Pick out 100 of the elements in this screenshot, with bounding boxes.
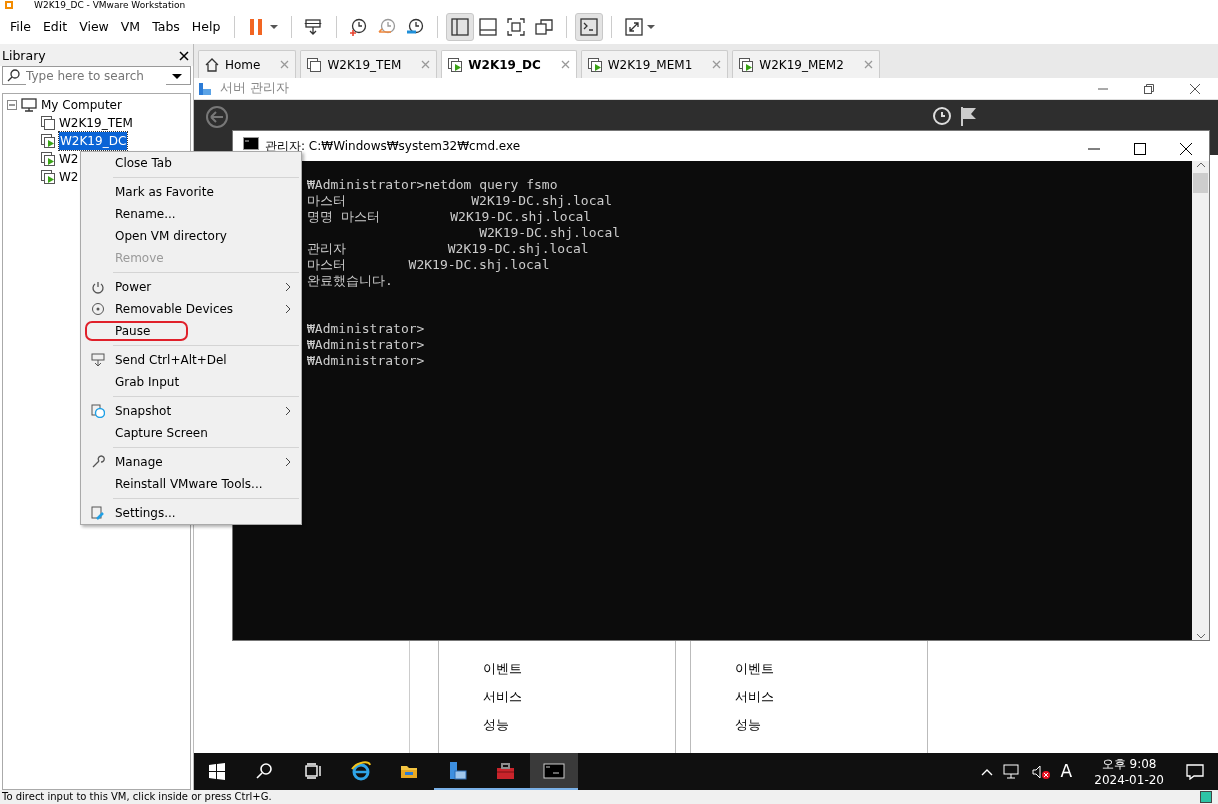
console-line: 마스터 W2K19-DC.shj.local [307,193,614,209]
console-line: 완료했습니다. [307,273,394,289]
clock-icon [405,17,426,37]
clock-time[interactable]: 오후 9:08 [1094,755,1164,772]
disc-icon [91,302,105,316]
menu-item[interactable]: Capture Screen [81,422,301,444]
restore-icon[interactable] [1144,83,1154,94]
device-status-icon [1200,791,1212,803]
tab[interactable]: W2K19_MEM1 [580,50,729,78]
menu-item[interactable]: Close Tab [81,152,301,174]
menu-item[interactable]: Pause [81,320,301,342]
menu-item[interactable]: Send Ctrl+Alt+Del [81,349,301,371]
tree-item[interactable]: W2 [59,168,79,186]
close-icon[interactable] [1190,83,1200,94]
tab-label: W2K19_MEM1 [607,56,693,74]
server-manager-icon [198,81,212,96]
server-icon [447,760,469,781]
tab[interactable]: W2K19_DC [441,50,577,78]
refresh-icon[interactable] [932,106,952,126]
menu-item[interactable]: Snapshot [81,400,301,422]
tab[interactable]: W2K19_TEM [300,50,438,78]
settings-icon [91,506,105,520]
expand-icon [624,17,645,37]
console-line: ₩Administrator> [307,321,426,337]
menu-item[interactable]: Grab Input [81,371,301,393]
console-line: ₩Administrator> [307,337,426,353]
menu-item[interactable]: Power [81,276,301,298]
fullscreen-icon [506,17,527,37]
tile-link[interactable]: 이벤트 [735,659,774,679]
toolbox-icon [495,760,517,781]
menu-item[interactable]: Settings... [81,502,301,524]
overlapping-windows-icon [534,17,555,37]
back-icon[interactable] [206,106,228,128]
chevron-up-icon[interactable] [980,767,993,776]
status-text: To direct input to this VM, click inside or press Ctrl+G. [2,790,272,804]
menu-item[interactable]: Tabs [146,15,186,39]
tab-label: Home [225,56,261,74]
console-line: ₩Administrator>netdom query fsmo [307,177,559,193]
tab[interactable]: Home [198,50,297,78]
menu-item[interactable]: Manage [81,451,301,473]
menu-item[interactable]: Reinstall VMware Tools... [81,473,301,495]
menu-item[interactable]: Removable Devices [81,298,301,320]
keyboard-send-icon [91,353,105,367]
tree-item[interactable]: W2 [59,150,79,168]
tile-link[interactable]: 서비스 [483,687,522,707]
browser-icon [351,760,373,781]
window-title: 서버 관리자 [220,79,289,98]
app-logo-icon [4,0,14,10]
console-icon [243,137,259,150]
home-icon [205,57,219,72]
tile-link[interactable]: 서비스 [735,687,774,707]
wrench-icon [91,455,105,469]
close-icon[interactable] [179,51,189,61]
tree-item[interactable]: My Computer [41,96,122,114]
tree-item[interactable]: W2K19_TEM [59,114,133,132]
terminal-icon [543,760,565,781]
menu-item[interactable]: VM [114,15,147,39]
menu-item[interactable]: Help [185,15,227,39]
terminal-icon [579,17,600,37]
clock-icon [91,404,105,418]
tree-item[interactable]: W2K19_DC [59,132,128,150]
console-line: W2K19-DC.shj.local [478,225,622,241]
tile-link[interactable]: 성능 [483,715,509,735]
menu-item[interactable]: Open VM directory [81,225,301,247]
scrollbar-thumb[interactable] [1193,173,1208,193]
volume-muted-icon[interactable] [1030,763,1051,780]
menu-item[interactable]: Edit [36,15,74,39]
console-line: 명명 마스터 W2K19-DC.shj.local [307,209,593,225]
notification-icon[interactable] [1186,763,1204,780]
console-line: 마스터 W2K19-DC.shj.local [307,257,551,273]
flag-icon[interactable] [960,106,978,126]
scroll-up-icon[interactable] [1195,161,1206,169]
input-method[interactable]: A [1060,758,1073,785]
panel-title: Library [2,46,46,65]
menu-item[interactable]: Rename... [81,203,301,225]
tab-label: W2K19_MEM2 [759,56,844,74]
toolbar-button[interactable] [575,13,604,41]
tab[interactable]: W2K19_MEM2 [732,50,880,78]
console-line: ₩Administrator> [307,353,426,369]
computer-icon [21,98,37,112]
close-icon[interactable] [1180,143,1192,155]
maximize-icon[interactable] [1134,143,1146,155]
taskbar-button[interactable] [530,753,578,790]
bottom-panel-icon [478,17,499,37]
scroll-down-icon[interactable] [1195,632,1206,640]
search-icon [7,69,20,82]
tile-link[interactable]: 성능 [735,715,761,735]
menu-item[interactable]: Mark as Favorite [81,181,301,203]
clock-date[interactable]: 2024-01-20 [1094,771,1164,788]
search-field[interactable]: Type here to search [2,66,191,85]
console-line: 관리자 W2K19-DC.shj.local [307,241,590,257]
window-title: W2K19_DC - VMware Workstation [34,0,186,10]
menu-item[interactable]: View [73,15,115,39]
network-icon[interactable] [1002,763,1021,780]
tile-link[interactable]: 이벤트 [483,659,522,679]
sidebar-layout-icon [450,17,471,37]
menu-item[interactable]: File [4,15,37,39]
tab-label: W2K19_TEM [327,56,402,74]
collapse-icon[interactable] [7,100,17,110]
power-icon [91,280,105,294]
